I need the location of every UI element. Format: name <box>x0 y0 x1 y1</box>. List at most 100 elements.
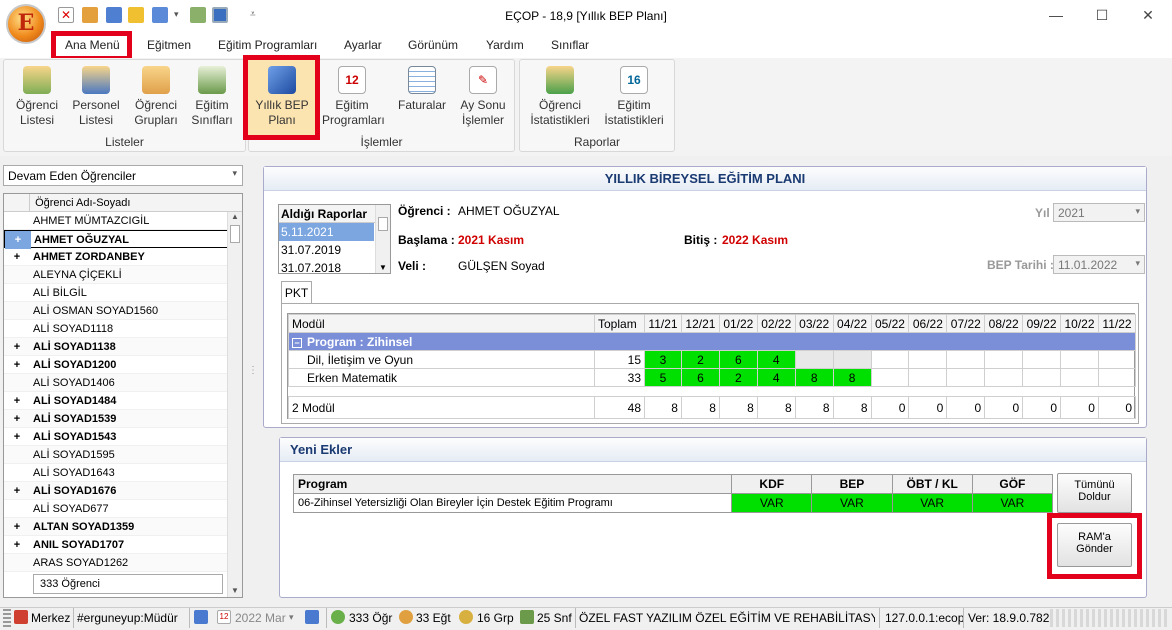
list-item[interactable]: + ALİ SOYAD1543 <box>4 428 242 446</box>
expand-icon[interactable]: + <box>4 356 30 374</box>
scroll-down-icon[interactable]: ▼ <box>228 586 242 595</box>
send-to-ram-button[interactable]: RAM'a Gönder <box>1057 523 1132 567</box>
ogrenci-listesi-button[interactable]: Öğrenci Listesi <box>7 66 67 128</box>
list-item[interactable]: ALEYNA ÇİÇEKLİ <box>4 266 242 284</box>
tab-yardim[interactable]: Yardım <box>486 38 524 52</box>
bep-date-select[interactable]: 11.01.2022 ▾ <box>1053 255 1145 274</box>
student-name-column-header[interactable]: Öğrenci Adı-Soyadı <box>33 197 130 209</box>
month-value-cell[interactable] <box>946 350 986 369</box>
tab-egitim-programlari[interactable]: Eğitim Programları <box>218 38 317 52</box>
bep-table-container[interactable]: Modül Toplam 11/21 12/21 01/22 02/22 03/22 04/2… <box>287 313 1137 419</box>
close-icon[interactable]: ✕ <box>1137 5 1159 25</box>
tab-ana-menu[interactable]: Ana Menü <box>65 38 120 52</box>
month-value-cell[interactable] <box>1022 350 1062 369</box>
expand-icon[interactable]: + <box>4 248 30 266</box>
report-item[interactable]: 31.07.2018 <box>279 259 390 277</box>
student-filter-select[interactable]: Devam Eden Öğrenciler ▾ <box>3 165 243 186</box>
bep-cell[interactable]: VAR <box>811 493 893 513</box>
report-item[interactable]: 31.07.2019 <box>279 241 390 259</box>
list-item[interactable]: ARAS SOYAD1262 <box>4 554 242 572</box>
month-value-cell[interactable]: 6 <box>718 350 758 369</box>
tab-gorunum[interactable]: Görünüm <box>408 38 458 52</box>
expand-icon[interactable]: + <box>4 338 30 356</box>
status-period[interactable]: 2022 Mar <box>235 611 286 625</box>
egitim-istatistikleri-button[interactable]: 16 Eğitim İstatistikleri <box>603 66 665 128</box>
gof-cell[interactable]: VAR <box>971 493 1054 513</box>
faturalar-button[interactable]: Faturalar <box>392 66 452 113</box>
reports-list[interactable]: Aldığı Raporlar 5.11.2021 31.07.2019 31.… <box>278 204 391 277</box>
kdf-cell[interactable]: VAR <box>731 493 813 513</box>
obt-cell[interactable]: VAR <box>891 493 973 513</box>
month-value-cell[interactable]: 2 <box>680 350 720 369</box>
month-value-cell[interactable] <box>1060 368 1099 387</box>
student-grid-scrollbar[interactable]: ▲ ▼ <box>227 212 242 597</box>
table-row[interactable]: 06-Zihinsel Yetersizliği Olan Bireyler İ… <box>292 493 1054 513</box>
collapse-icon[interactable]: − <box>292 337 302 348</box>
month-value-cell[interactable] <box>984 350 1024 369</box>
list-item[interactable]: + ANIL SOYAD1707 <box>4 536 242 554</box>
tab-egitmen[interactable]: Eğitmen <box>147 38 191 52</box>
reports-scrollbar[interactable]: ▼ <box>375 205 390 273</box>
list-item[interactable]: + AHMET ZORDANBEY <box>4 248 242 266</box>
month-value-cell[interactable] <box>1097 368 1137 387</box>
yillik-bep-plani-button[interactable]: Yıllık BEP Planı <box>252 66 312 128</box>
month-value-cell[interactable] <box>1097 350 1137 369</box>
month-value-cell[interactable]: 4 <box>756 368 796 387</box>
month-value-cell[interactable] <box>946 368 986 387</box>
list-item[interactable]: ALİ SOYAD1643 <box>4 464 242 482</box>
month-value-cell[interactable] <box>1060 350 1099 369</box>
maximize-icon[interactable]: ☐ <box>1091 5 1113 25</box>
month-value-cell[interactable]: 8 <box>832 368 872 387</box>
list-item[interactable]: ALİ SOYAD677 <box>4 500 242 518</box>
month-value-cell[interactable] <box>870 350 910 369</box>
expand-icon[interactable]: + <box>4 392 30 410</box>
report-item[interactable]: 5.11.2021 <box>279 223 374 241</box>
list-item[interactable]: + ALİ SOYAD1484 <box>4 392 242 410</box>
month-value-cell[interactable]: 2 <box>718 368 758 387</box>
month-value-cell[interactable] <box>984 368 1024 387</box>
month-value-cell[interactable] <box>832 350 872 369</box>
list-item[interactable]: + AHMET OĞUZYAL <box>4 230 242 249</box>
month-value-cell[interactable]: 4 <box>756 350 796 369</box>
month-value-cell[interactable]: 6 <box>680 368 720 387</box>
expand-icon[interactable]: + <box>4 410 30 428</box>
egitim-programlari-button[interactable]: 12 Eğitim Programları <box>322 66 385 128</box>
table-row[interactable]: Dil, İletişim ve Oyun 15 3 2 6 4 <box>288 350 1137 369</box>
table-row[interactable]: Erken Matematik 33 5 6 2 4 8 8 <box>288 368 1137 387</box>
month-value-cell[interactable] <box>1022 368 1062 387</box>
scroll-down-icon[interactable]: ▼ <box>376 263 390 272</box>
month-value-cell[interactable]: 5 <box>644 368 682 387</box>
list-item[interactable]: + ALTAN SOYAD1359 <box>4 518 242 536</box>
list-item[interactable]: ALİ SOYAD1118 <box>4 320 242 338</box>
minimize-icon[interactable]: — <box>1045 5 1067 25</box>
ay-sonu-islemler-button[interactable]: ✎ Ay Sonu İşlemler <box>453 66 513 128</box>
month-value-cell[interactable] <box>870 368 910 387</box>
list-item[interactable]: + ALİ SOYAD1200 <box>4 356 242 374</box>
personel-listesi-button[interactable]: Personel Listesi <box>66 66 126 128</box>
tab-pkt[interactable]: PKT <box>281 281 312 304</box>
list-item[interactable]: + ALİ SOYAD1539 <box>4 410 242 428</box>
list-item[interactable]: ALİ OSMAN SOYAD1560 <box>4 302 242 320</box>
expand-icon[interactable]: + <box>5 231 31 249</box>
month-value-cell[interactable] <box>908 350 948 369</box>
scroll-up-icon[interactable]: ▲ <box>228 212 242 221</box>
month-value-cell[interactable]: 8 <box>794 368 834 387</box>
tab-ayarlar[interactable]: Ayarlar <box>344 38 382 52</box>
expand-icon[interactable]: + <box>4 482 30 500</box>
month-value-cell[interactable] <box>794 350 834 369</box>
app-orb-button[interactable]: E <box>6 4 46 44</box>
chevron-down-icon[interactable]: ▾ <box>289 612 294 623</box>
ogrenci-istatistikleri-button[interactable]: Öğrenci İstatistikleri <box>529 66 591 128</box>
list-item[interactable]: + ALİ SOYAD1676 <box>4 482 242 500</box>
list-item[interactable]: ALİ SOYAD1406 <box>4 374 242 392</box>
student-grid[interactable]: Öğrenci Adı-Soyadı AHMET MÜMTAZCIGİL + AHM… <box>3 193 243 598</box>
panel-splitter[interactable]: ⋮ <box>248 160 258 600</box>
program-group-row[interactable]: − Program : Zihinsel <box>288 332 1136 351</box>
expand-icon[interactable]: + <box>4 518 30 536</box>
scroll-thumb[interactable] <box>230 225 240 243</box>
egitim-siniflari-button[interactable]: Eğitim Sınıfları <box>182 66 242 128</box>
list-item[interactable]: AHMET MÜMTAZCIGİL <box>4 212 242 230</box>
year-select[interactable]: 2021 ▾ <box>1053 203 1145 222</box>
tab-siniflar[interactable]: Sınıflar <box>551 38 589 52</box>
list-item[interactable]: ALİ BİLGİL <box>4 284 242 302</box>
